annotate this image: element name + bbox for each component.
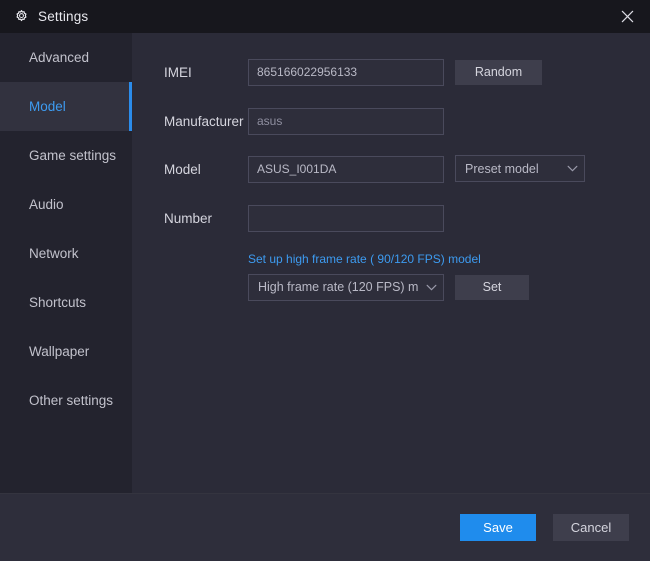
manufacturer-input[interactable] bbox=[248, 107, 444, 135]
imei-label: IMEI bbox=[164, 64, 192, 80]
sidebar-item-advanced[interactable]: Advanced bbox=[0, 33, 132, 82]
settings-content-model: IMEI Random Manufacturer Model Preset mo… bbox=[132, 33, 650, 493]
sidebar-item-audio[interactable]: Audio bbox=[0, 180, 132, 229]
imei-input[interactable] bbox=[248, 58, 444, 86]
close-icon[interactable] bbox=[604, 0, 650, 33]
manufacturer-label: Manufacturer bbox=[164, 113, 244, 129]
chevron-down-icon bbox=[560, 165, 584, 172]
sidebar-item-label: Wallpaper bbox=[29, 344, 90, 359]
sidebar-item-game-settings[interactable]: Game settings bbox=[0, 131, 132, 180]
save-button[interactable]: Save bbox=[460, 514, 536, 541]
sidebar-item-network[interactable]: Network bbox=[0, 229, 132, 278]
manufacturer-row: Manufacturer bbox=[132, 107, 650, 135]
high-frame-rate-row: High frame rate (120 FPS) model Set bbox=[132, 273, 650, 301]
title-bar: Settings bbox=[0, 0, 650, 33]
sidebar-item-model[interactable]: Model bbox=[0, 82, 132, 131]
window-body: Advanced Model Game settings Audio Netwo… bbox=[0, 33, 650, 493]
high-frame-rate-link-row: Set up high frame rate ( 90/120 FPS) mod… bbox=[132, 251, 650, 267]
number-row: Number bbox=[132, 204, 650, 232]
sidebar-item-label: Shortcuts bbox=[29, 295, 87, 310]
sidebar-item-shortcuts[interactable]: Shortcuts bbox=[0, 278, 132, 327]
sidebar-item-label: Network bbox=[29, 246, 79, 261]
sidebar-item-label: Game settings bbox=[29, 148, 117, 163]
model-row: Model Preset model bbox=[132, 155, 650, 183]
high-frame-rate-value: High frame rate (120 FPS) model bbox=[258, 280, 419, 294]
sidebar-item-label: Other settings bbox=[29, 393, 114, 408]
preset-model-value: Preset model bbox=[465, 161, 539, 176]
number-input[interactable] bbox=[248, 204, 444, 232]
sidebar-item-wallpaper[interactable]: Wallpaper bbox=[0, 327, 132, 376]
window-title: Settings bbox=[38, 9, 89, 24]
random-button[interactable]: Random bbox=[455, 59, 542, 85]
chevron-down-icon bbox=[419, 284, 443, 291]
model-input[interactable] bbox=[248, 155, 444, 183]
set-button[interactable]: Set bbox=[455, 274, 529, 300]
number-label: Number bbox=[164, 210, 213, 226]
footer-bar: Save Cancel bbox=[0, 493, 650, 561]
sidebar: Advanced Model Game settings Audio Netwo… bbox=[0, 33, 133, 493]
cancel-button[interactable]: Cancel bbox=[553, 514, 629, 541]
preset-model-select[interactable]: Preset model bbox=[455, 155, 585, 182]
sidebar-item-other-settings[interactable]: Other settings bbox=[0, 376, 132, 425]
sidebar-item-label: Advanced bbox=[29, 50, 90, 65]
high-frame-rate-link[interactable]: Set up high frame rate ( 90/120 FPS) mod… bbox=[248, 252, 481, 266]
sidebar-item-label: Model bbox=[29, 99, 66, 114]
imei-row: IMEI Random bbox=[132, 58, 650, 86]
sidebar-item-label: Audio bbox=[29, 197, 64, 212]
gear-icon bbox=[14, 9, 29, 24]
high-frame-rate-select[interactable]: High frame rate (120 FPS) model bbox=[248, 273, 444, 301]
model-label: Model bbox=[164, 161, 201, 177]
settings-window: Settings Advanced Model Game settings Au… bbox=[0, 0, 650, 561]
